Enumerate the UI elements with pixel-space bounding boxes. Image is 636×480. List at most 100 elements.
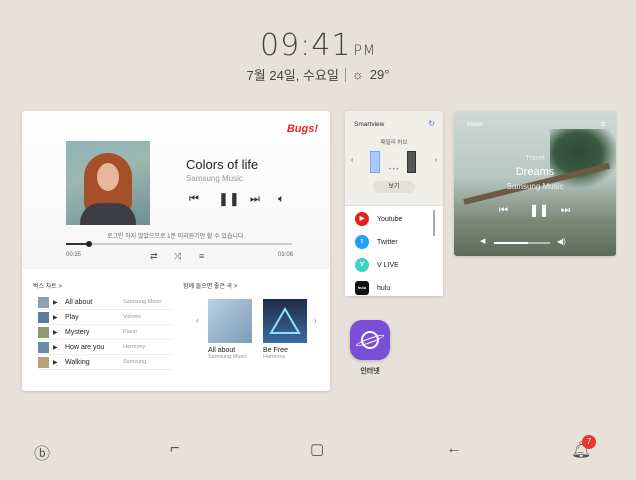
next-icon[interactable]: ⏭ (250, 193, 260, 206)
date-row: 7월 24일, 수요일 ☼ 29° (0, 65, 636, 84)
melon-logo[interactable]: Melon (467, 122, 483, 128)
sun-icon: ☼ (351, 67, 364, 82)
ampm-text: PM (353, 43, 376, 59)
total-time: 03:06 (278, 252, 294, 258)
recommend-artist: Samsung Music (208, 354, 248, 360)
chart-thumb (38, 296, 49, 308)
pause-icon[interactable]: ❚❚ (218, 191, 240, 207)
recommend-item[interactable]: Be Free Harmony (263, 299, 307, 360)
chart-artist: Samsung (123, 359, 147, 365)
app-name: V LIVE (377, 261, 399, 269)
temperature-text: 29° (369, 67, 390, 82)
preview-notice: 로그인 하지 않았으므로 1분 미리듣기만 할 수 있습니다. (106, 234, 246, 240)
app-name: hulu (377, 284, 391, 292)
smartview-widget: Smartview ↻ 패밀리 허브 ‹ • • • › 보기 ▶ Youtube… (345, 111, 443, 296)
app-name: Twitter (377, 238, 398, 246)
play-icon[interactable]: ▶ (53, 299, 65, 306)
volume-icon[interactable]: 🔈︎ (278, 193, 285, 206)
v-live-icon: V (355, 258, 369, 272)
melon-artist: Samsung Music (506, 182, 564, 191)
chart-title: Walking (65, 358, 90, 366)
progress-knob[interactable] (85, 241, 92, 247)
shuffle-icon[interactable]: ⤨ (174, 251, 181, 262)
pairing-dots-icon: • • • (389, 167, 399, 173)
melon-subtitle: Travel (525, 155, 545, 162)
hulu-icon: hulu (355, 281, 369, 295)
play-icon[interactable]: ▶ (53, 359, 65, 366)
chart-header[interactable]: 벅스 차트 > (33, 281, 62, 290)
chart-row[interactable]: ▶ Play Volume (38, 310, 174, 325)
back-icon[interactable]: ← (446, 440, 462, 458)
fridge-device-icon[interactable] (407, 151, 416, 173)
home-icon[interactable]: ▢ (310, 440, 324, 458)
play-icon[interactable]: ▶ (53, 314, 65, 321)
recent-apps-icon[interactable]: ⌐ (170, 440, 179, 458)
chart-title: Play (65, 313, 79, 321)
repeat-icon[interactable]: ⇄ (150, 251, 158, 262)
chart-row[interactable]: ▶ Mystery Piano (38, 325, 174, 340)
app-name: Youtube (377, 215, 403, 223)
chart-thumb (38, 326, 49, 338)
melon-song-title: Dreams (515, 166, 555, 178)
notification-badge: 7 (582, 435, 596, 449)
recommend-header[interactable]: 함께 들으면 좋은 곡 > (183, 281, 237, 290)
chart-thumb (38, 341, 49, 353)
chart-row[interactable]: ▶ How are you Harmony (38, 340, 174, 355)
recommend-title: All about (208, 347, 236, 354)
app-item[interactable]: V V LIVE (355, 258, 399, 272)
next-icon[interactable]: ⏭ (561, 205, 570, 216)
bugs-logo[interactable]: Bugs! (287, 123, 318, 135)
chart-title: How are you (65, 343, 105, 351)
chevron-left-icon[interactable]: ‹ (351, 157, 353, 164)
song-artist: Samsung Music (186, 174, 243, 183)
clock-widget: 09:41 PM 7월 24일, 수요일 ☼ 29° (0, 28, 636, 84)
album-art[interactable] (66, 141, 150, 225)
recommend-cover (263, 299, 307, 343)
volume-up-icon[interactable]: ◀) (557, 237, 566, 246)
internet-app-label: 인터넷 (360, 368, 380, 375)
phone-device-icon[interactable] (370, 151, 380, 173)
bugs-music-widget: Bugs! Colors of life Samsung Music ⏮ ❚❚ … (22, 111, 330, 391)
time-display: 09:41 PM (0, 28, 636, 63)
chart-title: Mystery (65, 328, 90, 336)
playlist-icon[interactable]: ≡ (199, 251, 204, 261)
date-text: 7월 24일, 수요일 (246, 68, 339, 83)
app-item[interactable]: ▶ Youtube (355, 212, 402, 226)
play-icon[interactable]: ▶ (53, 344, 65, 351)
volume-slider[interactable] (494, 242, 550, 244)
chart-row[interactable]: ▶ All about Samsung Music (38, 295, 174, 310)
chevron-right-icon[interactable]: › (314, 316, 317, 325)
recommend-item[interactable]: All about Samsung Music (208, 299, 252, 360)
chart-row[interactable]: ▶ Walking Samsung (38, 355, 174, 370)
bixby-icon[interactable]: ⓑ (34, 440, 50, 464)
chart-artist: Piano (123, 329, 138, 335)
progress-bar[interactable] (66, 241, 292, 247)
queue-icon[interactable]: ≡ (601, 119, 606, 129)
volume-icon[interactable]: ◀ (480, 237, 485, 245)
view-button[interactable]: 보기 (373, 181, 415, 193)
now-playing-panel: Bugs! Colors of life Samsung Music ⏮ ❚❚ … (22, 111, 330, 269)
chart-artist: Samsung Music (123, 299, 163, 305)
melon-music-widget: Melon ≡ Travel Dreams Samsung Music ⏮ ❚❚… (454, 111, 616, 256)
song-title: Colors of life (186, 157, 259, 172)
chart-artist: Harmony (123, 344, 146, 350)
internet-app-icon[interactable] (350, 320, 390, 360)
app-list: ▶ Youtube t Twitter V V LIVE hulu hulu (345, 205, 443, 296)
previous-icon[interactable]: ⏮ (499, 205, 508, 216)
elapsed-time: 00:35 (66, 252, 82, 258)
recommend-title: Be Free (263, 347, 288, 354)
chevron-right-icon[interactable]: › (435, 157, 437, 164)
device-name: 패밀리 허브 (380, 140, 408, 146)
volume-fill (494, 242, 528, 244)
chart-title: All about (65, 298, 93, 306)
previous-icon[interactable]: ⏮ (189, 193, 199, 206)
date-separator (344, 67, 346, 82)
app-item[interactable]: t Twitter (355, 235, 398, 249)
chevron-left-icon[interactable]: ‹ (196, 316, 199, 325)
app-item[interactable]: hulu hulu (355, 281, 390, 295)
play-icon[interactable]: ▶ (53, 329, 65, 336)
scrollbar[interactable] (433, 210, 435, 236)
pause-icon[interactable]: ❚❚ (529, 203, 549, 217)
time-text: 09:41 (260, 28, 352, 63)
refresh-icon[interactable]: ↻ (428, 119, 435, 128)
